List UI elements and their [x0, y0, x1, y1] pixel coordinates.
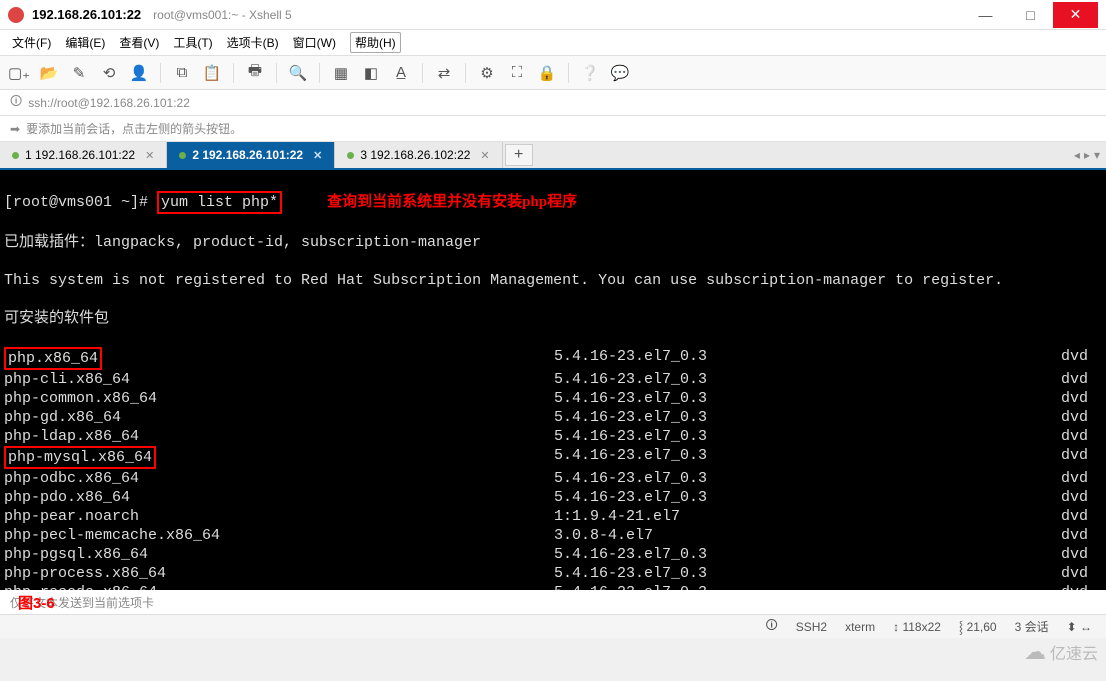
tab-strip: 1 192.168.26.101:22 ✕ 2 192.168.26.101:2… — [0, 142, 1106, 170]
color-icon[interactable]: ◧ — [362, 64, 380, 82]
status-conn: SSH2 — [796, 620, 827, 634]
send-icon[interactable]: ✎ — [70, 64, 88, 82]
package-row: php-pgsql.x86_645.4.16-23.el7_0.3dvd — [4, 545, 1102, 564]
tab-close-icon[interactable]: ✕ — [313, 149, 322, 162]
package-row: php-recode.x86_645.4.16-23.el7_0.3dvd — [4, 583, 1102, 590]
profile-icon[interactable]: 👤 — [130, 64, 148, 82]
status-term: xterm — [845, 620, 875, 634]
new-session-icon[interactable]: ▢₊ — [10, 64, 28, 82]
search-icon[interactable]: 🔍 — [289, 64, 307, 82]
package-row: php-mysql.x86_645.4.16-23.el7_0.3dvd — [4, 446, 1102, 469]
settings-icon[interactable]: ⚙ — [478, 64, 496, 82]
reconnect-icon[interactable]: ⟲ — [100, 64, 118, 82]
menu-tools[interactable]: 工具(T) — [173, 34, 212, 51]
status-dot-icon — [12, 152, 19, 159]
status-dot-icon — [179, 152, 186, 159]
tab-close-icon[interactable]: ✕ — [480, 149, 489, 162]
highlighted-package: php.x86_64 — [4, 347, 102, 370]
package-row: php-common.x86_645.4.16-23.el7_0.3dvd — [4, 389, 1102, 408]
menu-view[interactable]: 查看(V) — [119, 34, 159, 51]
package-row: php.x86_645.4.16-23.el7_0.3dvd — [4, 347, 1102, 370]
address-bar: 🛈 ssh://root@192.168.26.101:22 — [0, 90, 1106, 116]
transfer-icon[interactable]: ⇄ — [435, 64, 453, 82]
menu-help[interactable]: 帮助(H) — [350, 32, 401, 53]
status-conn-icon: 🛈 — [765, 616, 777, 637]
highlighted-command: yum list php* — [157, 191, 282, 214]
menu-file[interactable]: 文件(F) — [12, 34, 51, 51]
status-arrows-icon[interactable]: ⬍ ↔ — [1067, 620, 1092, 634]
package-row: php-process.x86_645.4.16-23.el7_0.3dvd — [4, 564, 1102, 583]
maximize-button[interactable]: □ — [1008, 2, 1053, 28]
copy-icon[interactable]: ⧉ — [173, 64, 191, 82]
status-dot-icon — [347, 152, 354, 159]
fullscreen-icon[interactable]: ⛶ — [508, 64, 526, 82]
toolbar: ▢₊ 📂 ✎ ⟲ 👤 ⧉ 📋 🖶 🔍 ▦ ◧ A̲ ⇄ ⚙ ⛶ 🔒 ❔ 💬 — [0, 56, 1106, 90]
status-bar: 🛈 SSH2 xterm ↕ 118x22 ⸾ 21,60 3 会话 ⬍ ↔ — [0, 614, 1106, 638]
package-row: php-cli.x86_645.4.16-23.el7_0.3dvd — [4, 370, 1102, 389]
tab-session-3[interactable]: 3 192.168.26.102:22 ✕ — [335, 142, 502, 168]
status-size: 118x22 — [902, 620, 940, 634]
watermark: ☁ 亿速云 — [1024, 639, 1098, 665]
menu-edit[interactable]: 编辑(E) — [65, 34, 105, 51]
font-icon[interactable]: A̲ — [392, 64, 410, 82]
minimize-button[interactable]: — — [963, 2, 1008, 28]
tab-nav-arrows[interactable]: ◂▸▾ — [1068, 142, 1106, 168]
print-icon[interactable]: 🖶 — [246, 64, 264, 82]
highlighted-package: php-mysql.x86_64 — [4, 446, 156, 469]
open-icon[interactable]: 📂 — [40, 64, 58, 82]
menu-tabs[interactable]: 选项卡(B) — [227, 34, 279, 51]
close-button[interactable]: ✕ — [1053, 2, 1098, 28]
package-row: php-pecl-memcache.x86_643.0.8-4.el7dvd — [4, 526, 1102, 545]
tab-label: 3 192.168.26.102:22 — [360, 148, 470, 162]
package-row: php-gd.x86_645.4.16-23.el7_0.3dvd — [4, 408, 1102, 427]
tab-label: 1 192.168.26.101:22 — [25, 148, 135, 162]
tab-session-1[interactable]: 1 192.168.26.101:22 ✕ — [0, 142, 167, 168]
hint-bar: ➡ 要添加当前会话，点击左侧的箭头按钮。 — [0, 116, 1106, 142]
layout-icon[interactable]: ▦ — [332, 64, 350, 82]
hint-text: 要添加当前会话，点击左侧的箭头按钮。 — [26, 120, 242, 137]
package-row: php-pdo.x86_645.4.16-23.el7_0.3dvd — [4, 488, 1102, 507]
tab-add-button[interactable]: + — [505, 144, 533, 166]
window-title: 192.168.26.101:22 — [32, 7, 141, 22]
address-text[interactable]: ssh://root@192.168.26.101:22 — [28, 96, 190, 110]
title-bar: 192.168.26.101:22 root@vms001:~ - Xshell… — [0, 0, 1106, 30]
tab-session-2[interactable]: 2 192.168.26.101:22 ✕ — [167, 142, 335, 168]
lock-icon[interactable]: 🔒 — [538, 64, 556, 82]
caret-icon: ⸾ — [959, 620, 967, 634]
figure-label: 图3-6 — [18, 592, 55, 613]
app-icon — [8, 7, 24, 23]
help-icon[interactable]: ❔ — [581, 64, 599, 82]
bookmark-arrow-icon[interactable]: ➡ — [10, 122, 20, 136]
package-row: php-odbc.x86_645.4.16-23.el7_0.3dvd — [4, 469, 1102, 488]
package-row: php-pear.noarch1:1.9.4-21.el7dvd — [4, 507, 1102, 526]
menu-bar: 文件(F) 编辑(E) 查看(V) 工具(T) 选项卡(B) 窗口(W) 帮助(… — [0, 30, 1106, 56]
tab-label: 2 192.168.26.101:22 — [192, 148, 303, 162]
menu-window[interactable]: 窗口(W) — [293, 34, 336, 51]
terminal-pane[interactable]: [root@vms001 ~]# yum list php* 查询到当前系统里并… — [0, 170, 1106, 590]
window-subtitle: root@vms001:~ - Xshell 5 — [153, 8, 292, 22]
annotation-text: 查询到当前系统里并没有安装php程序 — [327, 194, 577, 210]
status-sessions: 3 会话 — [1015, 618, 1049, 635]
footer-hint: 图3-6 仅将文本发送到当前选项卡 — [0, 590, 1106, 614]
package-row: php-ldap.x86_645.4.16-23.el7_0.3dvd — [4, 427, 1102, 446]
chat-icon[interactable]: 💬 — [611, 64, 629, 82]
paste-icon[interactable]: 📋 — [203, 64, 221, 82]
lock-small-icon: 🛈 — [10, 92, 22, 113]
cloud-icon: ☁ — [1024, 639, 1046, 665]
status-pos: 21,60 — [967, 620, 997, 634]
tab-close-icon[interactable]: ✕ — [145, 149, 154, 162]
